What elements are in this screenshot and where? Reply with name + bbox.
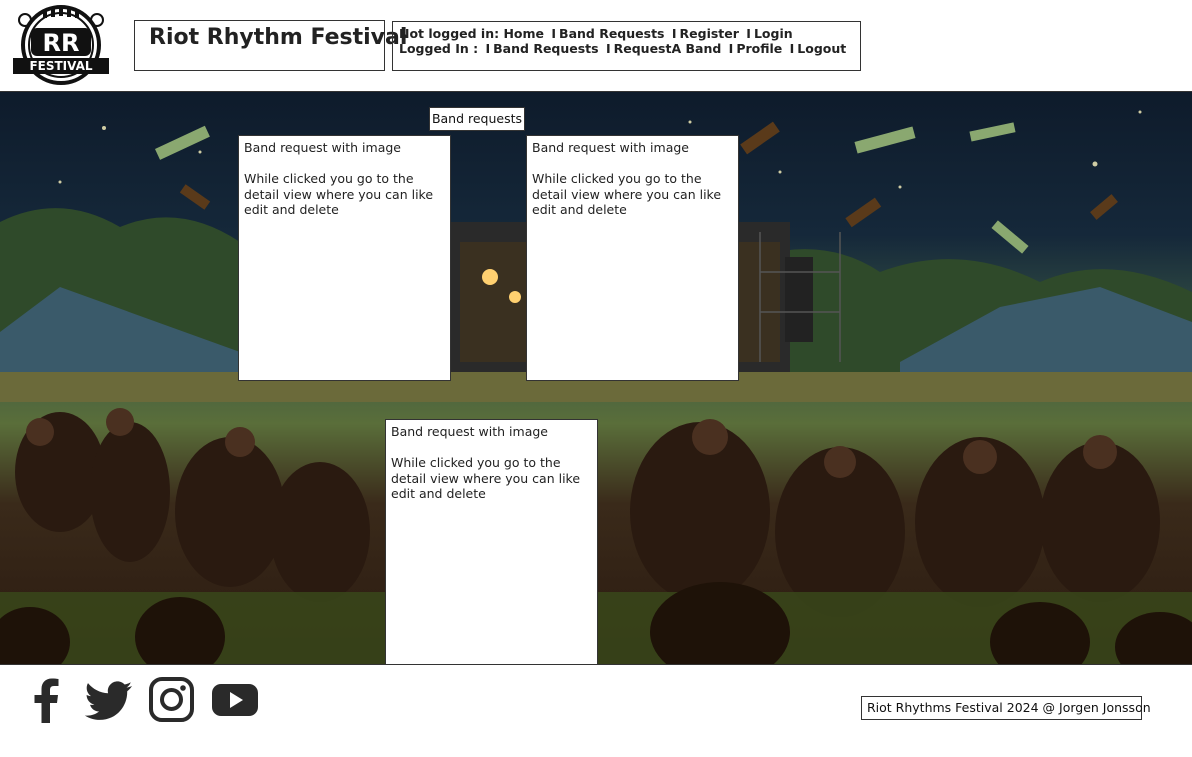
nav-separator: I xyxy=(728,41,734,56)
card-description: While clicked you go to the detail view … xyxy=(532,171,722,217)
nav-separator: I xyxy=(551,26,557,41)
copyright-text: Riot Rhythms Festival 2024 @ Jorgen Jons… xyxy=(861,696,1151,720)
nav-login-link[interactable]: Login xyxy=(754,26,793,41)
site-title: Riot Rhythm Festival xyxy=(149,25,408,50)
nav-band-requests-link[interactable]: Band Requests xyxy=(559,26,664,41)
card-description: While clicked you go to the detail view … xyxy=(391,455,581,501)
facebook-icon[interactable] xyxy=(22,677,72,723)
nav-register-link[interactable]: Register xyxy=(680,26,739,41)
twitter-icon[interactable] xyxy=(84,677,134,723)
nav-profile-link[interactable]: Profile xyxy=(736,41,782,56)
card-title: Band request with image xyxy=(532,140,689,155)
card-title: Band request with image xyxy=(391,424,548,439)
band-request-card[interactable]: Band request with image While clicked yo… xyxy=(385,419,598,665)
svg-text:RR: RR xyxy=(43,29,80,57)
nav-request-band-link[interactable]: RequestA Band xyxy=(614,41,722,56)
nav-logged-in-row: Logged In : I Band Requests I RequestA Ban… xyxy=(399,41,860,56)
nav-logged-out-label: Not logged in: xyxy=(399,26,500,41)
navigation-box: Not logged in: Home I Band Requests I Regi… xyxy=(392,21,861,71)
band-request-card[interactable]: Band request with image While clicked yo… xyxy=(526,135,739,381)
youtube-icon[interactable] xyxy=(210,677,260,723)
nav-separator: I xyxy=(746,26,751,41)
nav-logout-link[interactable]: Logout xyxy=(797,41,846,56)
band-requests-section-label: Band requests xyxy=(429,107,525,131)
nav-separator: I xyxy=(605,41,611,56)
nav-band-requests-link[interactable]: Band Requests xyxy=(493,41,598,56)
nav-separator: I xyxy=(789,41,795,56)
site-header: RR FESTIVAL Riot Rhythm Festival Not log… xyxy=(0,0,1192,92)
card-description: While clicked you go to the detail view … xyxy=(244,171,434,217)
card-title: Band request with image xyxy=(244,140,401,155)
nav-home-link[interactable]: Home xyxy=(503,26,544,41)
nav-logged-out-row: Not logged in: Home I Band Requests I Regi… xyxy=(399,26,860,41)
nav-separator: I xyxy=(671,26,677,41)
site-footer: Riot Rhythms Festival 2024 @ Jorgen Jons… xyxy=(0,664,1192,757)
instagram-icon[interactable] xyxy=(146,677,196,723)
nav-logged-in-label: Logged In : xyxy=(399,41,479,56)
band-request-card[interactable]: Band request with image While clicked yo… xyxy=(238,135,451,381)
festival-logo[interactable]: RR FESTIVAL xyxy=(9,4,113,86)
nav-separator: I xyxy=(485,41,491,56)
svg-text:FESTIVAL: FESTIVAL xyxy=(29,59,92,73)
site-title-box: Riot Rhythm Festival xyxy=(134,20,407,71)
